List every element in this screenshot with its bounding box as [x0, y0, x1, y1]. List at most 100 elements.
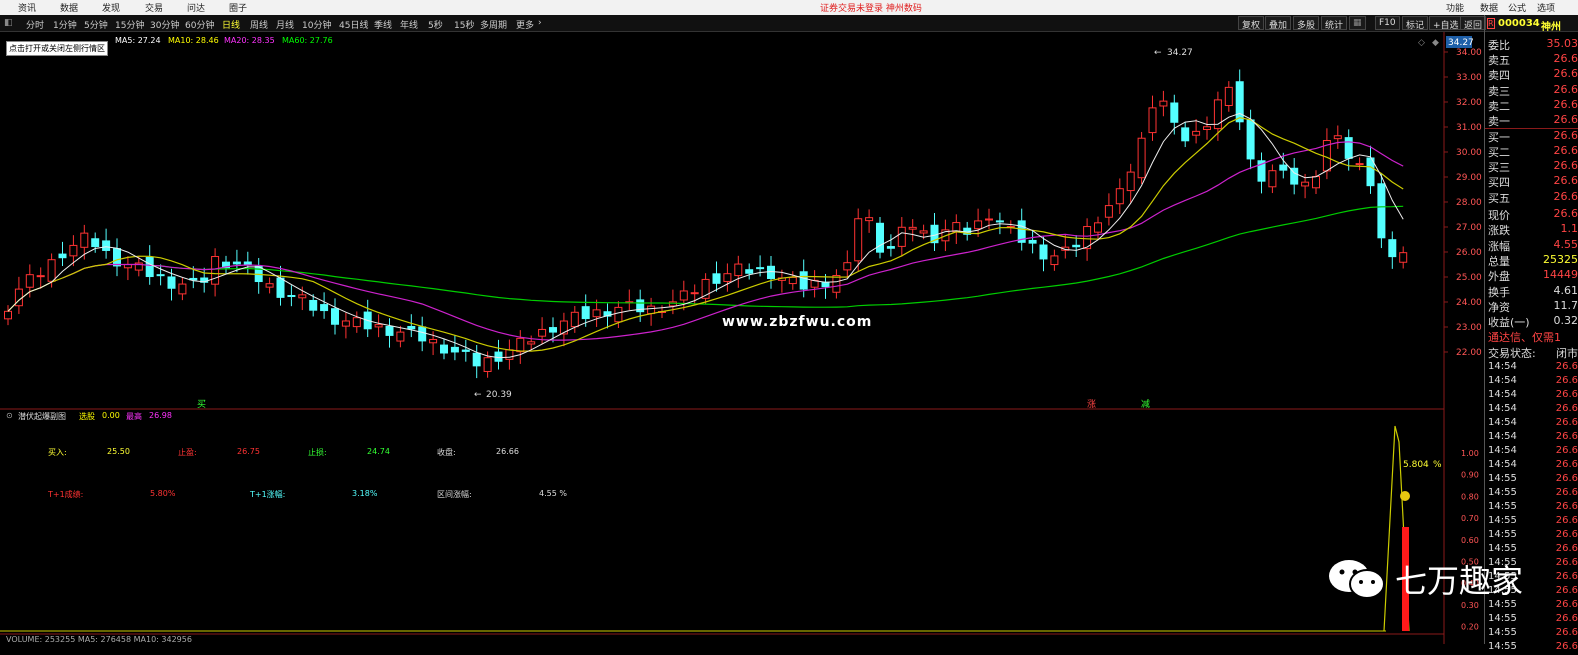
- candle-body: [516, 337, 525, 353]
- mark-button[interactable]: 标记: [1402, 16, 1429, 31]
- candle-body: [549, 327, 557, 333]
- candle-body: [178, 283, 187, 295]
- order-book-row: 买一 26.6: [1488, 128, 1578, 144]
- tick-row: 14:55 26.6: [1488, 543, 1578, 554]
- candle-body: [843, 262, 852, 271]
- indicator-tick-label: 0.80: [1461, 492, 1479, 501]
- menu-item-options[interactable]: 选项: [1537, 1, 1555, 14]
- tab-30min[interactable]: 30分钟: [150, 18, 179, 31]
- candle-body: [690, 292, 699, 295]
- indicator-name[interactable]: 潜伏起爆副图: [18, 411, 66, 422]
- tick-row: 14:54 26.6: [1488, 431, 1578, 442]
- price-tick-label: 22.00: [1456, 348, 1482, 358]
- menu-item-circle[interactable]: 圈子: [229, 1, 247, 14]
- indicator-menu-icon[interactable]: ⊙: [6, 411, 13, 420]
- tab-daily[interactable]: 日线: [222, 18, 240, 31]
- menu-item-ask[interactable]: 问达: [187, 1, 205, 14]
- quote-stat-row: 外盘 14449: [1488, 268, 1578, 284]
- t1-rise-value: 3.18%: [352, 489, 378, 498]
- candle-body: [1203, 126, 1211, 130]
- tab-45day[interactable]: 45日线: [339, 18, 368, 31]
- candle-body: [1192, 130, 1201, 136]
- menu-item-news[interactable]: 资讯: [18, 1, 36, 14]
- period-toolbar: ◧ 分时 1分钟 5分钟 15分钟 30分钟 60分钟 日线 周线 月线 10分…: [0, 15, 1578, 32]
- price-tick-label: 25.00: [1456, 273, 1482, 283]
- ma10-legend: MA10: 28.46: [168, 36, 219, 45]
- tab-intraday[interactable]: 分时: [26, 18, 44, 31]
- candle-body: [865, 217, 874, 222]
- tick-row: 14:54 26.6: [1488, 417, 1578, 428]
- candle-body: [320, 304, 329, 312]
- tab-5sec[interactable]: 5秒: [428, 18, 443, 31]
- chevron-right-icon[interactable]: ›: [538, 18, 542, 28]
- f10-button[interactable]: F10: [1375, 16, 1400, 30]
- tab-quarterly[interactable]: 季线: [374, 18, 392, 31]
- menu-item-formula[interactable]: 公式: [1508, 1, 1526, 14]
- stats-button[interactable]: 统计: [1321, 16, 1348, 31]
- candle-body: [974, 220, 983, 230]
- multi-stock-button[interactable]: 多股: [1293, 16, 1320, 31]
- candle-body: [1181, 127, 1190, 142]
- tab-10min[interactable]: 10分钟: [302, 18, 331, 31]
- candle-body: [1072, 244, 1081, 248]
- candle-body: [1126, 171, 1135, 192]
- candle-body: [69, 244, 78, 257]
- t1-rise-label: T+1涨幅:: [250, 490, 286, 499]
- add-watchlist-button[interactable]: +自选: [1429, 16, 1463, 31]
- wechat-watermark: 七万趣家: [1323, 556, 1563, 606]
- order-book-row: 买五 26.6: [1488, 189, 1578, 205]
- indicator-select-value: 0.00: [102, 411, 120, 420]
- restore-rights-button[interactable]: 复权: [1238, 16, 1265, 31]
- candle-body: [788, 276, 797, 285]
- candle-body: [472, 352, 481, 367]
- order-book-row: 卖四 26.6: [1488, 67, 1578, 83]
- overlay-button[interactable]: 叠加: [1265, 16, 1292, 31]
- menu-item-discover[interactable]: 发现: [102, 1, 120, 14]
- order-book-row: 买二 26.6: [1488, 143, 1578, 159]
- quote-stat-row: 收益(一) 0.32: [1488, 314, 1578, 330]
- tab-1min[interactable]: 1分钟: [53, 18, 77, 31]
- signal-buy-1: 买: [197, 399, 206, 410]
- tab-multi-period[interactable]: 多周期: [480, 18, 507, 31]
- candle-body: [25, 274, 34, 288]
- tab-15sec[interactable]: 15秒: [454, 18, 474, 31]
- menu-item-data[interactable]: 数据: [60, 1, 78, 14]
- candle-body: [799, 271, 808, 290]
- menu-item-function[interactable]: 功能: [1446, 1, 1464, 14]
- price-tick-label: 28.00: [1456, 198, 1482, 208]
- tab-5min[interactable]: 5分钟: [84, 18, 108, 31]
- tab-15min[interactable]: 15分钟: [115, 18, 144, 31]
- candle-body: [418, 326, 427, 342]
- menu-item-data-right[interactable]: 数据: [1480, 1, 1498, 14]
- candle-body: [352, 317, 361, 328]
- candle-body: [668, 301, 677, 307]
- candle-body: [167, 276, 176, 289]
- indicator-tick-label: 0.70: [1461, 514, 1479, 523]
- candle-body: [712, 273, 721, 284]
- quote-stat-row: 换手 4.61: [1488, 283, 1578, 299]
- kline-chart[interactable]: 34.00 33.00 32.00 31.00 30.00 29.00 28.00 27.00…: [0, 32, 1485, 644]
- grid-icon[interactable]: ▦: [1349, 16, 1366, 30]
- candle-body: [1388, 239, 1397, 258]
- price-tick-label: 31.00: [1456, 123, 1482, 133]
- tab-60min[interactable]: 60分钟: [185, 18, 214, 31]
- indicator-high-label: 最高: [126, 412, 142, 421]
- stock-code: 000034: [1498, 18, 1540, 29]
- tab-monthly[interactable]: 月线: [276, 18, 294, 31]
- back-button[interactable]: 返回: [1460, 16, 1487, 31]
- close-value: 26.66: [496, 447, 519, 456]
- candle-body: [145, 256, 154, 278]
- price-tick-label: 29.00: [1456, 173, 1482, 183]
- menu-item-trade[interactable]: 交易: [145, 1, 163, 14]
- panel-toggle-icon[interactable]: ◧: [4, 18, 13, 28]
- tab-weekly[interactable]: 周线: [250, 18, 268, 31]
- tab-yearly[interactable]: 年线: [400, 18, 418, 31]
- tab-more[interactable]: 更多: [516, 18, 534, 31]
- indicator-peak-value: 5.804: [1403, 460, 1429, 470]
- candle-body: [647, 305, 656, 315]
- candle-body: [919, 230, 928, 234]
- quote-stat-row: 现价 26.6: [1488, 207, 1578, 222]
- price-tick-label: 30.00: [1456, 148, 1482, 158]
- candle-body: [1039, 244, 1048, 260]
- candle-body: [679, 290, 688, 301]
